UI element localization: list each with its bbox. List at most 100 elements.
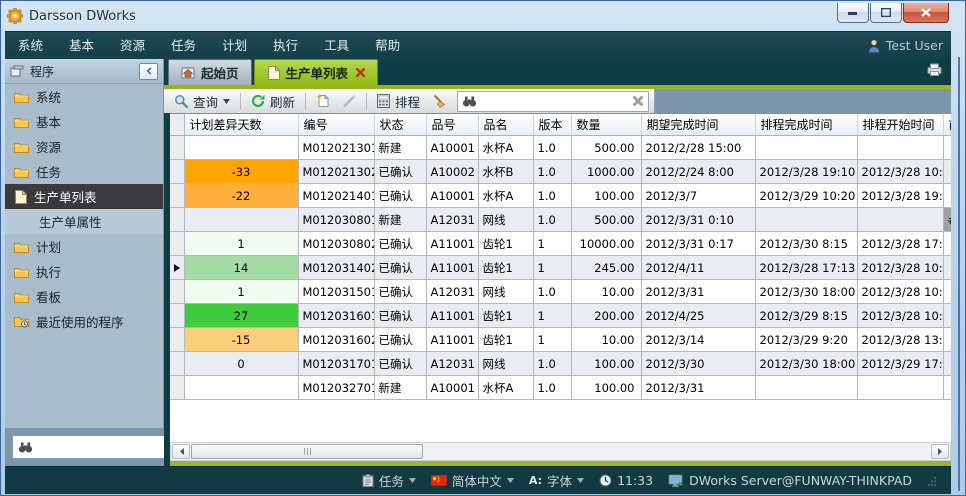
scroll-left-button[interactable] — [172, 444, 190, 459]
menu-item[interactable]: 资源 — [107, 32, 158, 59]
cell-ver[interactable]: 1 — [533, 232, 571, 256]
table-row[interactable]: M012030801新建A12031网线1.0500.002012/3/31 0… — [170, 208, 951, 232]
cell-end[interactable]: 2012/3/30 18:00 — [755, 280, 857, 304]
cell-diff[interactable]: -22 — [184, 184, 298, 208]
column-header-qty[interactable]: 数量 — [571, 114, 641, 136]
cell-diff[interactable]: 14 — [184, 256, 298, 280]
cell-no[interactable]: M012031701 — [298, 352, 374, 376]
toolbar-search-input[interactable] — [481, 93, 628, 109]
cell-extra[interactable] — [943, 280, 951, 304]
row-selector[interactable] — [170, 352, 184, 376]
cell-no[interactable]: M012021301 — [298, 136, 374, 160]
table-row[interactable]: -15M012031602已确认A11001齿轮1110.002012/3/14… — [170, 328, 951, 352]
row-selector[interactable] — [170, 280, 184, 304]
row-selector[interactable] — [170, 256, 184, 280]
cell-ver[interactable]: 1.0 — [533, 280, 571, 304]
row-selector[interactable] — [170, 160, 184, 184]
table-row[interactable]: 1M012030802已确认A11001齿轮1110000.002012/3/3… — [170, 232, 951, 256]
cell-no[interactable]: M012032701 — [298, 376, 374, 400]
cell-name[interactable]: 齿轮1 — [478, 328, 533, 352]
cell-qty[interactable]: 200.00 — [571, 304, 641, 328]
cell-due[interactable]: 2012/4/11 — [641, 256, 755, 280]
cell-no[interactable]: M012030801 — [298, 208, 374, 232]
cell-pn[interactable]: A12031 — [426, 352, 478, 376]
menu-item[interactable]: 基本 — [56, 32, 107, 59]
cell-due[interactable]: 2012/3/7 — [641, 184, 755, 208]
cell-diff[interactable] — [184, 208, 298, 232]
clear-icon[interactable] — [632, 95, 644, 107]
cell-extra[interactable] — [943, 232, 951, 256]
status-item-font-icon[interactable]: A:字体 — [529, 471, 584, 490]
cell-ver[interactable]: 1.0 — [533, 352, 571, 376]
cell-name[interactable]: 齿轮1 — [478, 256, 533, 280]
table-row[interactable]: 14M012031402已确认A11001齿轮11245.002012/4/11… — [170, 256, 951, 280]
column-header-pn[interactable]: 品号 — [426, 114, 478, 136]
column-header-no[interactable]: 编号 — [298, 114, 374, 136]
row-selector[interactable] — [170, 208, 184, 232]
cell-end[interactable]: 2012/3/28 17:13 — [755, 256, 857, 280]
sidebar-item[interactable]: 执行 — [5, 259, 163, 284]
cell-due[interactable]: 2012/2/28 15:00 — [641, 136, 755, 160]
cell-status[interactable]: 新建 — [374, 208, 426, 232]
cell-pn[interactable]: A11001 — [426, 256, 478, 280]
cell-diff[interactable]: 1 — [184, 232, 298, 256]
cell-end[interactable] — [755, 136, 857, 160]
cell-no[interactable]: M012031501 — [298, 280, 374, 304]
cell-extra[interactable] — [943, 352, 951, 376]
row-selector[interactable] — [170, 328, 184, 352]
cell-start[interactable]: 2012/3/28 17:13 — [857, 232, 943, 256]
column-header-start[interactable]: 排程开始时间 — [857, 114, 943, 136]
cell-no[interactable]: M012031602 — [298, 328, 374, 352]
cell-diff[interactable]: -15 — [184, 328, 298, 352]
cell-qty[interactable]: 245.00 — [571, 256, 641, 280]
cell-name[interactable]: 网线 — [478, 208, 533, 232]
cell-due[interactable]: 2012/3/31 — [641, 280, 755, 304]
cell-diff[interactable] — [184, 376, 298, 400]
cell-status[interactable]: 新建 — [374, 376, 426, 400]
cell-pn[interactable]: A12031 — [426, 208, 478, 232]
cell-diff[interactable]: 0 — [184, 352, 298, 376]
sidebar-item[interactable]: 任务 — [5, 159, 163, 184]
sidebar-item[interactable]: 生产单属性 — [5, 209, 163, 234]
cell-diff[interactable]: 1 — [184, 280, 298, 304]
cell-end[interactable] — [755, 208, 857, 232]
cell-start[interactable]: 2012/3/28 10:52 — [857, 304, 943, 328]
scroll-right-button[interactable] — [931, 444, 949, 459]
cell-pn[interactable]: A11001 — [426, 328, 478, 352]
cell-start[interactable]: 2012/3/28 10:52 — [857, 256, 943, 280]
row-selector[interactable] — [170, 304, 184, 328]
cell-pn[interactable]: A12031 — [426, 280, 478, 304]
cell-end[interactable]: 2012/3/29 9:20 — [755, 328, 857, 352]
row-selector[interactable] — [170, 376, 184, 400]
status-item-china-flag-icon[interactable]: 简体中文 — [431, 471, 514, 490]
maximize-button[interactable] — [870, 3, 902, 23]
cell-qty[interactable]: 100.00 — [571, 352, 641, 376]
cell-name[interactable]: 水杯A — [478, 136, 533, 160]
cell-start[interactable] — [857, 136, 943, 160]
collapse-sidebar-button[interactable] — [139, 63, 158, 80]
cell-status[interactable]: 已确认 — [374, 184, 426, 208]
cell-extra[interactable] — [943, 304, 951, 328]
cell-end[interactable]: 2012/3/29 10:20 — [755, 184, 857, 208]
cell-start[interactable]: 2012/3/28 10:52 — [857, 280, 943, 304]
cell-due[interactable]: 2012/3/31 0:10 — [641, 208, 755, 232]
cell-name[interactable]: 齿轮1 — [478, 304, 533, 328]
close-button[interactable] — [903, 3, 949, 23]
cell-name[interactable]: 水杯A — [478, 376, 533, 400]
cell-qty[interactable]: 1000.00 — [571, 160, 641, 184]
toolbar-button-broom-icon[interactable] — [427, 91, 452, 111]
cell-ver[interactable]: 1 — [533, 304, 571, 328]
sidebar-item[interactable]: 最近使用的程序 — [5, 309, 163, 334]
cell-status[interactable]: 已确认 — [374, 232, 426, 256]
sidebar-item[interactable]: 看板 — [5, 284, 163, 309]
toolbar-button-refresh-icon[interactable]: 刷新 — [246, 91, 300, 111]
resize-grip-icon[interactable] — [927, 476, 937, 486]
cell-end[interactable]: 2012/3/29 8:15 — [755, 304, 857, 328]
menu-item[interactable]: 系统 — [5, 32, 56, 59]
cell-extra[interactable] — [943, 376, 951, 400]
menu-item[interactable]: 计划 — [209, 32, 260, 59]
cell-extra[interactable] — [943, 136, 951, 160]
cell-diff[interactable] — [184, 136, 298, 160]
cell-qty[interactable]: 10.00 — [571, 280, 641, 304]
row-selector[interactable] — [170, 136, 184, 160]
